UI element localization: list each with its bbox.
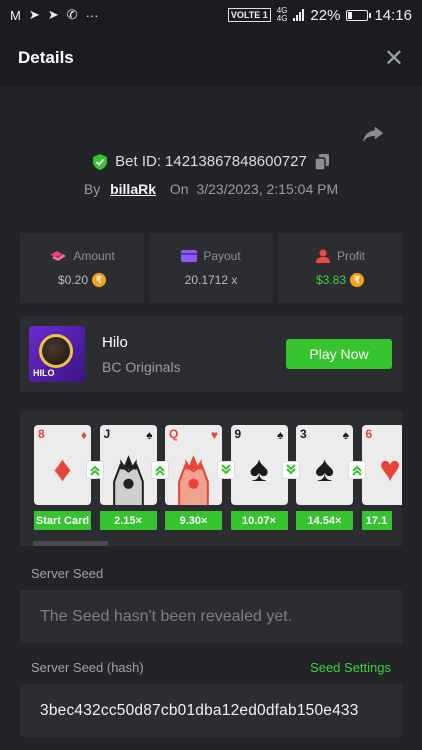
whatsapp-icon: ✆: [66, 7, 78, 22]
notification-icons: M ➤ ➤ ✆ ···: [10, 7, 99, 23]
amount-stat: Amount $0.20 ₹: [20, 233, 144, 303]
copy-icon[interactable]: [314, 153, 329, 170]
bet-id-value: 14213867848600727: [165, 153, 307, 170]
on-label: On: [169, 181, 189, 197]
server-seed-hash-field[interactable]: 3bec432cc50d87cb01dba12ed0dfab150e433: [20, 684, 402, 737]
hilo-ball-icon: [39, 334, 73, 368]
telegram-icon-2: ➤: [47, 7, 59, 22]
server-seed-field: The Seed hasn't been revealed yet.: [20, 590, 402, 643]
signal-icon: [293, 9, 305, 21]
battery-percent: 22%: [310, 6, 341, 24]
game-provider: BC Originals: [102, 358, 181, 375]
network-type: 4G 4G: [276, 6, 288, 23]
profit-label: Profit: [336, 249, 365, 263]
more-notifications-icon: ···: [85, 7, 99, 23]
bet-byline: By billaRk On 3/23/2023, 2:15:04 PM: [0, 181, 422, 197]
amount-value: $0.20: [57, 273, 89, 287]
page-title: Details: [18, 48, 74, 67]
bet-date: 3/23/2023, 2:15:04 PM: [196, 181, 339, 197]
telegram-icon: ➤: [28, 7, 40, 22]
username-link[interactable]: billaRk: [110, 181, 156, 197]
rupee-coin-icon: ₹: [350, 273, 365, 287]
amount-icon: [50, 251, 67, 261]
payout-card-icon: [181, 250, 198, 262]
thumbnail-label: HILO: [33, 368, 55, 378]
cards-history[interactable]: [20, 411, 402, 546]
payout-label: Payout: [203, 249, 241, 263]
close-icon[interactable]: ✕: [384, 44, 404, 73]
amount-label: Amount: [73, 249, 115, 263]
share-icon[interactable]: [362, 124, 384, 144]
game-card: HILO Hilo BC Originals Play Now: [20, 316, 402, 392]
profit-value: $3.83: [315, 273, 347, 287]
bet-stats: Amount $0.20 ₹ Payout 20.1712 x Profit $3…: [20, 233, 402, 303]
by-label: By: [83, 181, 101, 197]
bet-id-row: Bet ID: 14213867848600727: [0, 153, 422, 170]
rupee-coin-icon: ₹: [92, 273, 107, 287]
hilo-game-thumbnail[interactable]: HILO: [29, 326, 85, 382]
profit-stat: Profit $3.83 ₹: [278, 233, 402, 303]
verified-shield-icon: [93, 153, 108, 170]
details-header: Details ✕: [0, 30, 422, 86]
server-seed-hash-label: Server Seed (hash): [31, 660, 144, 675]
cards-scrollbar[interactable]: [33, 541, 108, 546]
gmail-icon: M: [10, 7, 21, 23]
status-bar: M ➤ ➤ ✆ ··· VOLTE 1 4G 4G 22% 14:16: [0, 0, 422, 30]
clock: 14:16: [374, 6, 412, 24]
game-name: Hilo: [102, 333, 128, 351]
profit-icon: [315, 249, 330, 263]
volte-indicator: VOLTE 1: [227, 8, 271, 22]
bet-id-label: Bet ID:: [115, 153, 162, 170]
battery-icon: [346, 9, 372, 21]
server-seed-label: Server Seed: [31, 566, 104, 581]
play-now-button[interactable]: Play Now: [286, 339, 392, 369]
payout-stat: Payout 20.1712 x: [149, 233, 273, 303]
payout-value: 20.1712 x: [184, 273, 238, 287]
seed-settings-link[interactable]: Seed Settings: [310, 660, 391, 675]
